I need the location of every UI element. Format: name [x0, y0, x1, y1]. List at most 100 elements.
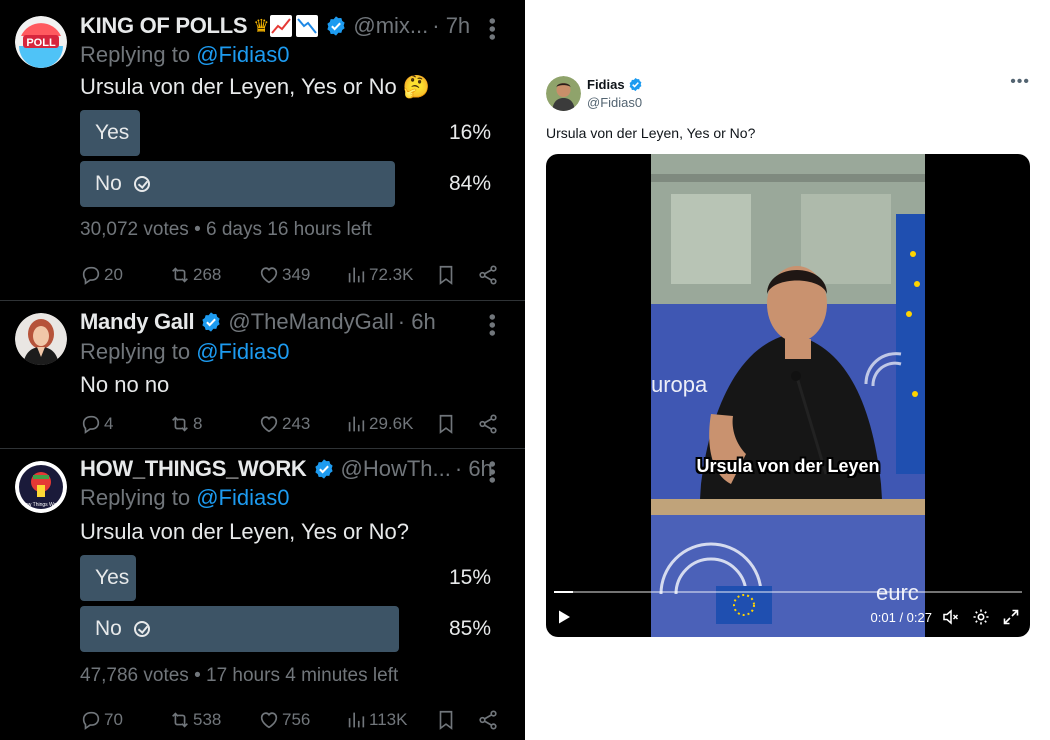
more-options-icon[interactable]: •••	[1010, 73, 1030, 91]
author-name[interactable]: Fidias	[587, 77, 643, 92]
share-icon	[479, 710, 497, 730]
repost-icon	[172, 267, 188, 283]
post-header: KING OF POLLS ♛ @mix... · 7h	[80, 12, 513, 40]
author-name[interactable]: HOW_THINGS_WORK	[80, 456, 307, 482]
fullscreen-icon[interactable]	[1002, 608, 1020, 626]
view-count: 72.3K	[369, 265, 414, 284]
repost-button[interactable]: 538	[169, 708, 221, 732]
poll-label: No	[95, 617, 150, 641]
crown-chart-emojis: ♛	[249, 14, 319, 38]
like-count: 349	[282, 265, 311, 284]
repost-icon	[172, 416, 188, 432]
reply-button[interactable]: 70	[80, 708, 123, 732]
video-progress-bar[interactable]	[554, 591, 1022, 593]
replying-to: Replying to @Fidias0	[80, 42, 289, 68]
reply-count: 4	[104, 414, 114, 433]
video-caption: Ursula von der Leyen	[696, 456, 880, 476]
mention-link[interactable]: @Fidias0	[196, 485, 289, 510]
avatar-label: How Things Work	[21, 502, 61, 508]
play-icon[interactable]	[556, 609, 572, 625]
mute-icon[interactable]	[942, 608, 960, 626]
share-button[interactable]	[477, 263, 501, 287]
share-icon	[479, 414, 497, 434]
like-button[interactable]: 243	[258, 412, 310, 436]
like-count: 243	[282, 414, 311, 433]
replying-prefix: Replying to	[80, 339, 191, 364]
reply-icon	[82, 415, 100, 434]
reply-button[interactable]: 20	[80, 263, 123, 287]
like-button[interactable]: 756	[258, 708, 310, 732]
avatar-how-things-work[interactable]: How Things Work	[15, 461, 67, 513]
action-bar: 4 8 243 29.6K	[80, 412, 500, 436]
poll-option-yes: Yes 16%	[80, 110, 495, 156]
repost-button[interactable]: 268	[169, 263, 221, 287]
action-bar: 20 268 349 72.3K	[80, 263, 500, 287]
avatar-king-of-polls[interactable]: POLL	[15, 16, 67, 68]
views-button[interactable]: 72.3K	[345, 263, 413, 287]
verified-badge-icon	[629, 77, 641, 92]
more-options-icon[interactable]: •••	[479, 17, 502, 41]
replying-prefix: Replying to	[80, 42, 191, 67]
heart-icon	[260, 267, 278, 284]
bookmark-icon	[439, 710, 453, 730]
post-mandy-gall[interactable]: Mandy Gall @TheMandyGall · 6h ••• Replyi…	[0, 301, 525, 449]
reply-button[interactable]: 4	[80, 412, 113, 436]
views-icon	[348, 267, 365, 283]
avatar-label: POLL	[26, 37, 56, 49]
post-king-of-polls[interactable]: POLL KING OF POLLS ♛ @mix... · 7h ••• Re…	[0, 0, 525, 301]
original-post: Fidias @Fidias0 ••• Ursula von der Leyen…	[525, 0, 1050, 740]
check-circle-icon	[133, 176, 150, 192]
more-options-icon[interactable]: •••	[479, 313, 502, 337]
video-player[interactable]: uropa eurc Ursula von der Leyen 0:01 / 0…	[546, 154, 1030, 637]
share-button[interactable]	[477, 412, 501, 436]
bookmark-button[interactable]	[435, 412, 459, 436]
post-time[interactable]: · 6h	[398, 309, 436, 335]
view-count: 113K	[369, 710, 408, 729]
author-name[interactable]: Mandy Gall	[80, 309, 195, 335]
poll-label: Yes	[95, 121, 130, 144]
views-button[interactable]: 29.6K	[345, 412, 413, 436]
views-button[interactable]: 113K	[345, 708, 407, 732]
video-frame[interactable]: uropa eurc Ursula von der Leyen	[651, 154, 925, 637]
author-handle[interactable]: @HowTh...	[341, 456, 451, 482]
repost-count: 8	[193, 414, 203, 433]
post-header: Mandy Gall @TheMandyGall · 6h	[80, 308, 513, 336]
author-handle[interactable]: @Fidias0	[587, 95, 642, 110]
background-text: eurc	[876, 580, 919, 605]
post-how-things-work[interactable]: How Things Work HOW_THINGS_WORK @HowTh..…	[0, 449, 525, 740]
replying-to: Replying to @Fidias0	[80, 485, 289, 511]
mention-link[interactable]: @Fidias0	[196, 42, 289, 67]
bookmark-icon	[439, 265, 453, 285]
replying-prefix: Replying to	[80, 485, 191, 510]
replying-to: Replying to @Fidias0	[80, 339, 289, 365]
heart-icon	[260, 416, 278, 433]
chart-down-icon	[296, 15, 319, 37]
more-options-icon[interactable]: •••	[479, 460, 502, 484]
post-text: Ursula von der Leyen, Yes or No?	[80, 519, 409, 544]
repost-button[interactable]: 8	[169, 412, 202, 436]
post-header: HOW_THINGS_WORK @HowTh... · 6h	[80, 455, 513, 483]
bookmark-icon	[439, 414, 453, 434]
bookmark-button[interactable]	[435, 263, 459, 287]
check-circle-icon	[133, 621, 150, 637]
author-handle[interactable]: @TheMandyGall	[228, 309, 393, 335]
reply-icon	[82, 711, 100, 730]
poll-meta: 30,072 votes • 6 days 16 hours left	[80, 219, 372, 240]
video-time: 0:01 / 0:27	[870, 610, 932, 625]
post-text: No no no	[80, 372, 170, 397]
settings-gear-icon[interactable]	[972, 608, 990, 626]
share-button[interactable]	[477, 708, 501, 732]
author-name-text[interactable]: Fidias	[587, 77, 625, 92]
reply-feed: POLL KING OF POLLS ♛ @mix... · 7h ••• Re…	[0, 0, 525, 740]
bookmark-button[interactable]	[435, 708, 459, 732]
author-handle[interactable]: @mix...	[353, 13, 428, 39]
author-name[interactable]: KING OF POLLS	[80, 13, 248, 39]
avatar-fidias[interactable]	[546, 76, 581, 111]
post-time[interactable]: · 7h	[432, 13, 470, 39]
avatar-mandy-gall[interactable]	[15, 313, 67, 365]
reply-count: 20	[104, 265, 123, 284]
like-button[interactable]: 349	[258, 263, 310, 287]
poll-label: No	[95, 172, 150, 196]
action-bar: 70 538 756 113K	[80, 708, 500, 732]
mention-link[interactable]: @Fidias0	[196, 339, 289, 364]
